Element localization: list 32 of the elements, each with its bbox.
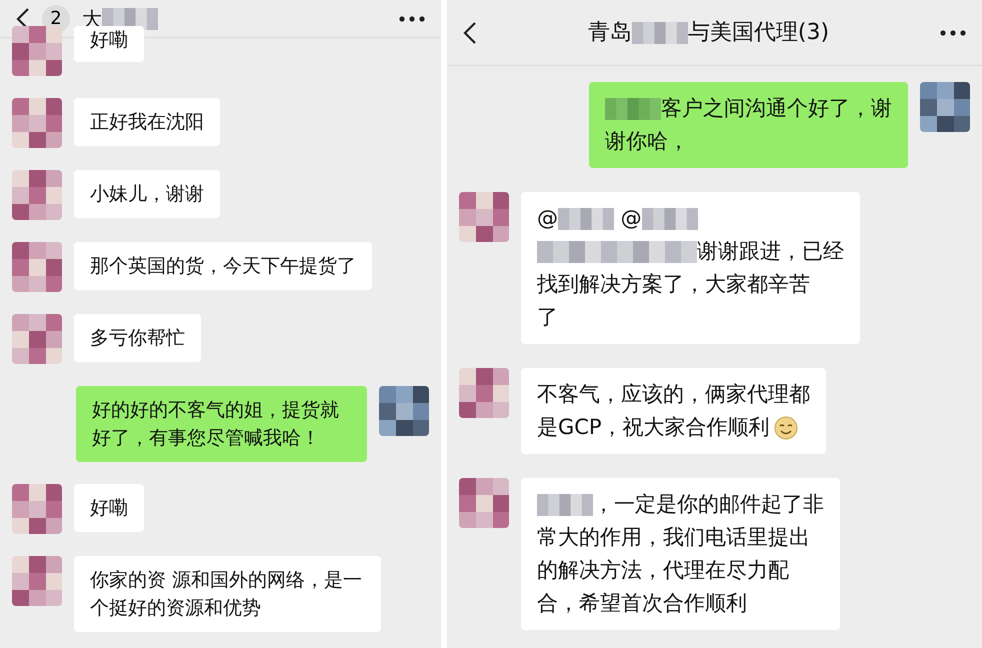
message-text: 谢谢跟进，已经	[697, 239, 844, 263]
redaction-mosaic	[605, 98, 661, 120]
message-text: 常大的作用，我们电话里提出	[537, 525, 810, 549]
message-text: 是GCP，祝大家合作顺利	[537, 415, 770, 439]
smiley-icon	[774, 416, 798, 440]
redaction-mosaic	[632, 22, 688, 44]
message-text: 好嘞	[90, 29, 128, 51]
message-text: 找到解决方案了，大家都辛苦	[537, 272, 810, 296]
message-text: 客户之间沟通个好了，谢	[661, 96, 892, 120]
more-icon[interactable]	[940, 30, 966, 36]
message-text: 正好我在沈阳	[90, 111, 204, 133]
back-icon[interactable]	[463, 20, 477, 44]
message-text: 了	[537, 305, 558, 329]
message-text: @	[620, 206, 642, 230]
message-text: 多亏你帮忙	[90, 327, 185, 349]
message-text: 的解决方法，代理在尽力配	[537, 558, 789, 582]
redaction-mosaic	[642, 208, 698, 230]
message-text: @	[537, 206, 558, 230]
message-text: 你家的资 源和国外的网络，是一个挺好的资源和优势	[90, 569, 362, 619]
message-text: 青岛	[588, 19, 632, 47]
message-text: 合，希望首次合作顺利	[537, 591, 747, 615]
redaction-mosaic	[537, 494, 593, 516]
redaction-mosaic	[558, 208, 614, 230]
message-text: ，一定是你的邮件起了非	[593, 492, 824, 516]
message-text: 那个英国的货，今天下午提货了	[90, 255, 356, 277]
message-text: 不客气，应该的，俩家代理都	[537, 382, 810, 406]
message-text: 好嘞	[90, 497, 128, 519]
message-text: 小妹儿，谢谢	[90, 183, 204, 205]
message-text: 好的好的不客气的姐，提货就好了，有事您尽管喊我哈！	[92, 399, 339, 449]
message-text: 与美国代理(3)	[688, 19, 830, 47]
message-text: 谢你哈，	[605, 129, 689, 153]
more-icon[interactable]	[399, 16, 425, 22]
